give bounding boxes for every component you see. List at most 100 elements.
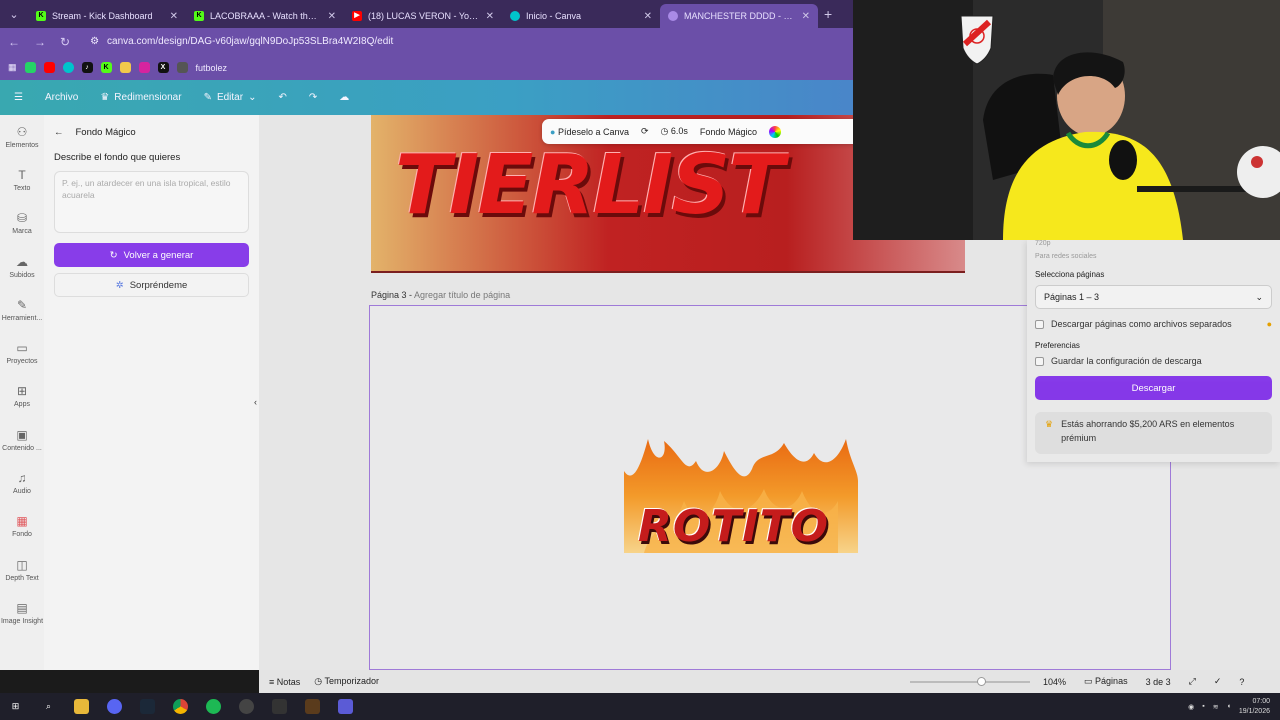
obs-icon[interactable] <box>239 699 254 714</box>
close-icon[interactable]: ✕ <box>644 11 652 22</box>
zoom-value[interactable]: 104% <box>1043 677 1066 687</box>
checkbox[interactable] <box>1035 319 1044 329</box>
rail-projects[interactable]: ▭ Proyectos <box>0 331 44 374</box>
separate-files-checkbox[interactable]: Descargar páginas como archivos separado… <box>1035 319 1272 329</box>
tab-1[interactable]: K LACOBRAAA - Watch the VOD ✕ <box>186 4 344 28</box>
close-icon[interactable]: ✕ <box>170 11 178 22</box>
instagram-icon[interactable] <box>138 62 150 73</box>
tab-0[interactable]: K Stream - Kick Dashboard ✕ <box>28 4 186 28</box>
tab-search-icon[interactable]: ⌄ <box>0 0 28 28</box>
streamlabs-icon[interactable] <box>272 699 287 714</box>
rail-tools[interactable]: ✎ Herramient... <box>0 288 44 331</box>
cloud-sync-icon[interactable]: ☁ <box>339 92 349 103</box>
folder-icon[interactable] <box>119 62 131 73</box>
kick-icon[interactable]: K <box>100 62 112 73</box>
minecraft-icon[interactable] <box>305 699 320 714</box>
ask-canva-button[interactable]: ● Pídeselo a Canva <box>550 127 629 137</box>
rail-depth-text[interactable]: ◫ Depth Text <box>0 548 44 591</box>
prompt-textarea[interactable]: P. ej., un atardecer en una isla tropica… <box>54 171 249 233</box>
zoom-slider[interactable] <box>910 681 1030 683</box>
back-icon[interactable]: ← <box>8 35 20 49</box>
timer-button[interactable]: ◷ Temporizador <box>314 676 379 687</box>
checkbox[interactable] <box>1035 356 1044 366</box>
chrome-icon[interactable] <box>173 699 188 714</box>
spotify-icon[interactable] <box>206 699 221 714</box>
canva-icon[interactable] <box>62 62 74 73</box>
tiktok-icon[interactable]: ♪ <box>81 62 93 73</box>
tab-4-active[interactable]: MANCHESTER DDDD - Miniatu ✕ <box>660 4 818 28</box>
notes-button[interactable]: ≡ Notas <box>269 677 300 687</box>
file-explorer-icon[interactable] <box>74 699 89 714</box>
rotito-text[interactable]: ROTITO <box>638 501 829 552</box>
rail-brand[interactable]: ⛁ Marca <box>0 202 44 245</box>
magic-bg-button[interactable]: Fondo Mágico <box>700 127 757 137</box>
menu-icon[interactable]: ☰ <box>14 92 23 103</box>
site-info-icon[interactable]: ⚙ <box>90 36 99 47</box>
duration-label: 6.0s <box>670 126 688 136</box>
pages-select[interactable]: Páginas 1 – 3 ⌄ <box>1035 285 1272 309</box>
tray-icon[interactable]: ▪ <box>1202 703 1204 710</box>
back-arrow-icon[interactable]: ← <box>54 127 64 138</box>
close-icon[interactable]: ✕ <box>328 11 336 22</box>
redo-icon[interactable]: ↷ <box>309 92 317 103</box>
whatsapp-icon[interactable] <box>24 62 36 73</box>
rail-label: Fondo <box>12 531 32 539</box>
color-wheel-icon[interactable] <box>768 125 781 138</box>
rail-uploads[interactable]: ☁ Subidos <box>0 245 44 288</box>
fullscreen-icon[interactable]: ⤢ <box>1189 676 1196 687</box>
page-count[interactable]: 3 de 3 <box>1146 677 1171 687</box>
rail-label: Elementos <box>5 141 39 149</box>
search-icon[interactable]: ⌕ <box>41 699 56 714</box>
url-field[interactable]: ⚙ canva.com/design/DAG-v60jaw/gqlN9DoJp5… <box>90 36 393 47</box>
upload-icon: ☁ <box>16 254 28 269</box>
check-icon[interactable]: ✓ <box>1214 676 1222 687</box>
save-config-checkbox[interactable]: Guardar la configuración de descarga <box>1035 356 1272 366</box>
volume-icon[interactable]: ◖ <box>1227 703 1231 710</box>
x-icon[interactable]: X <box>157 62 169 73</box>
close-icon[interactable]: ✕ <box>802 11 810 22</box>
reload-icon[interactable]: ↻ <box>60 35 70 49</box>
duration-button[interactable]: ◷ 6.0s <box>661 126 688 137</box>
youtube-icon[interactable] <box>43 62 55 73</box>
zoom-slider-handle[interactable] <box>977 677 986 686</box>
tierlist-text[interactable]: TIERLIST <box>395 145 784 227</box>
rail-text[interactable]: T Texto <box>0 158 44 201</box>
wifi-icon[interactable]: ≋ <box>1213 703 1219 711</box>
page-title-input[interactable]: Agregar título de página <box>414 290 510 300</box>
rail-image-insight[interactable]: ▤ Image Insight <box>0 591 44 634</box>
forward-icon[interactable]: → <box>34 35 46 49</box>
regenerate-button[interactable]: ↻ Volver a generar <box>54 243 249 267</box>
file-menu[interactable]: Archivo <box>45 92 78 103</box>
help-icon[interactable]: ? <box>1239 677 1244 687</box>
app-icon[interactable] <box>338 699 353 714</box>
loop-icon[interactable]: ⟳ <box>641 126 649 137</box>
tab-2[interactable]: ▶ (18) LUCAS VERON - YouTube ✕ <box>344 4 502 28</box>
new-tab-icon[interactable]: + <box>824 6 832 22</box>
rail-apps[interactable]: ⊞ Apps <box>0 375 44 418</box>
rail-label: Contenido ... <box>2 444 42 452</box>
rail-background[interactable]: ▦ Fondo <box>0 505 44 548</box>
bookmark-futbolez[interactable]: futbolez <box>196 63 228 73</box>
discord-icon[interactable] <box>107 699 122 714</box>
prompt-placeholder: P. ej., un atardecer en una isla tropica… <box>62 178 231 201</box>
rail-audio[interactable]: ♫ Audio <box>0 461 44 504</box>
pages-button[interactable]: ▭ Páginas <box>1084 676 1128 687</box>
download-button[interactable]: Descargar <box>1035 376 1272 400</box>
resize-button[interactable]: ♛ Redimensionar <box>100 92 181 103</box>
crown-icon: ♛ <box>1045 419 1054 429</box>
tab-3[interactable]: Inicio - Canva ✕ <box>502 4 660 28</box>
select-pages-label: Selecciona páginas <box>1035 270 1105 279</box>
steam-icon[interactable] <box>140 699 155 714</box>
whatsapp-tray-icon[interactable]: ◉ <box>1188 703 1194 711</box>
rail-content[interactable]: ▣ Contenido ... <box>0 418 44 461</box>
close-icon[interactable]: ✕ <box>486 11 494 22</box>
surprise-button[interactable]: ✲ Sorpréndeme <box>54 273 249 297</box>
clock[interactable]: 07:00 19/1/2026 <box>1239 697 1270 715</box>
undo-icon[interactable]: ↶ <box>278 92 286 103</box>
edit-menu[interactable]: ✎ Editar ⌄ <box>204 92 257 103</box>
savings-notice: ♛ Estás ahorrando $5,200 ARS en elemento… <box>1035 412 1272 454</box>
rail-elements[interactable]: ⚇ Elementos <box>0 115 44 158</box>
windows-start-icon[interactable]: ⊞ <box>8 699 23 714</box>
prefs-label: Preferencias <box>1035 341 1080 350</box>
apps-grid-icon[interactable]: ▦ <box>8 62 17 73</box>
